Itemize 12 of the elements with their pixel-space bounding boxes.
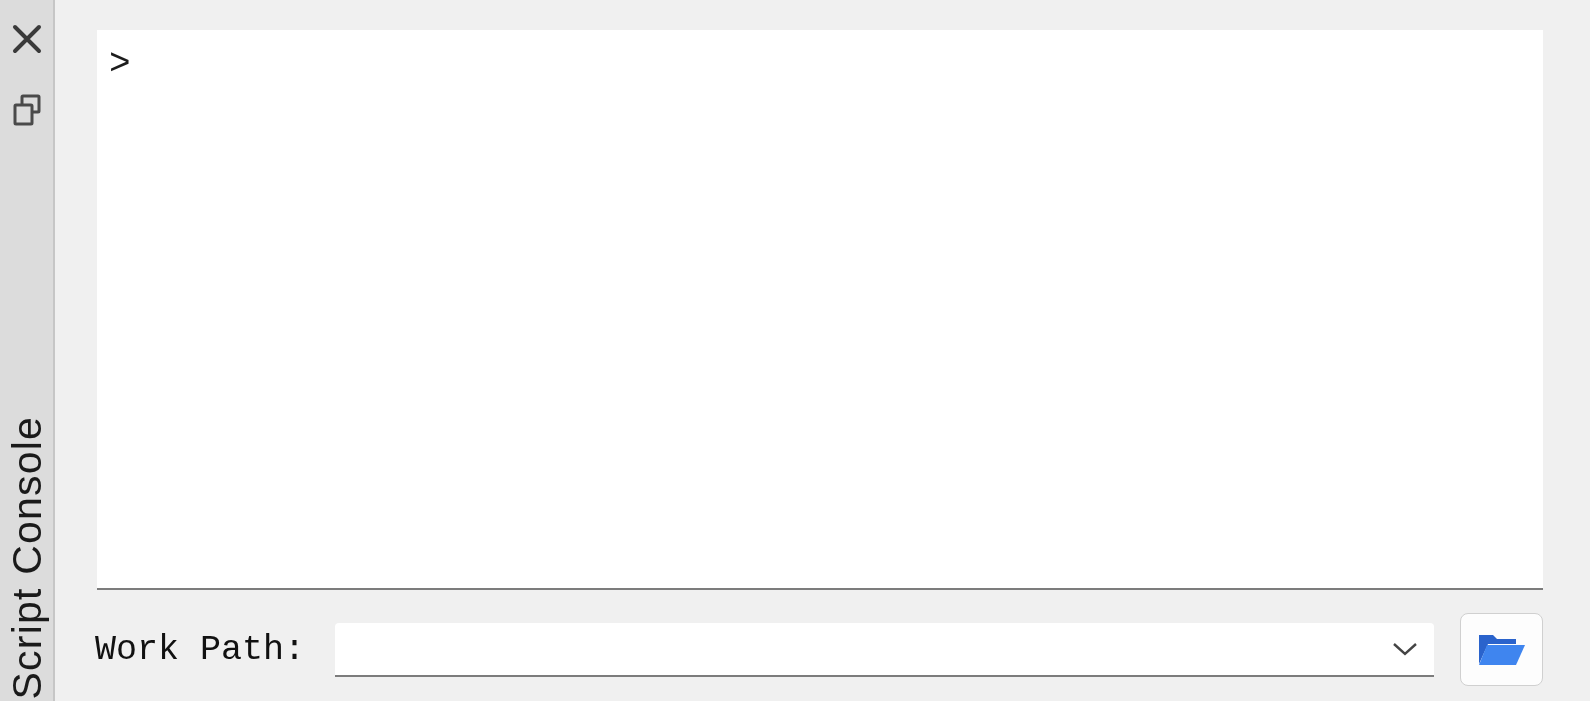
close-icon [11, 24, 42, 54]
console-prompt: > [109, 44, 131, 85]
work-path-combo[interactable] [335, 622, 1434, 677]
browse-folder-button[interactable] [1460, 613, 1543, 686]
restore-button[interactable] [12, 94, 41, 126]
console-area[interactable]: > [97, 30, 1543, 590]
work-path-label: Work Path: [95, 629, 306, 670]
folder-icon [1477, 633, 1526, 666]
chevron-down-icon [1392, 641, 1418, 656]
close-button[interactable] [11, 24, 42, 54]
panel-title: Script Console [4, 415, 49, 699]
restore-icon [12, 94, 41, 126]
